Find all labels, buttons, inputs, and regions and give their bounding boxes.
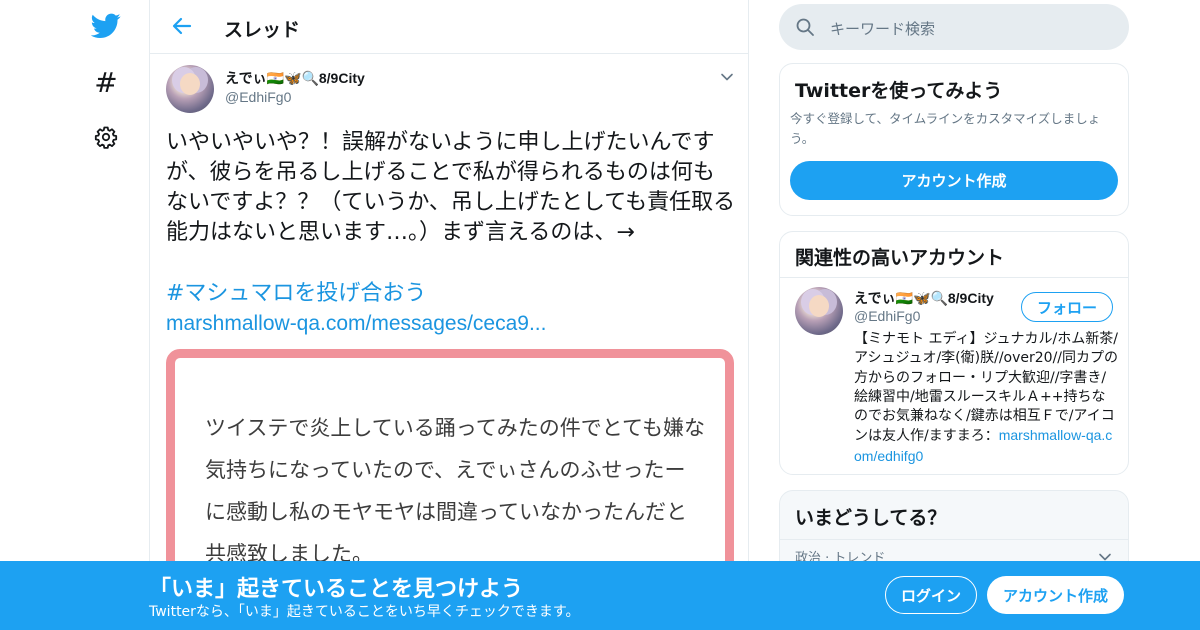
tweet-text: いやいやいや？！誤解がないように申し上げたいんですが、彼らを吊るし上げることで私… bbox=[166, 130, 736, 245]
signup-banner: 「いま」起きていることを見つけよう Twitterなら、「いま」起きていることを… bbox=[0, 561, 1200, 630]
avatar[interactable] bbox=[795, 287, 843, 335]
tweet-hashtag-link[interactable]: #マシュマロを投げ合おう bbox=[166, 279, 426, 309]
back-arrow-icon[interactable] bbox=[170, 14, 194, 38]
signup-button[interactable]: アカウント作成 bbox=[987, 576, 1124, 614]
related-account-bio: 【ミナモト エディ】ジュナカル/ホム新茶/アシュジュオ/李(衛)朕//over2… bbox=[854, 330, 1118, 467]
related-account-name[interactable]: えでぃ🇮🇳🦋🔍8/9City bbox=[854, 288, 994, 308]
follow-button[interactable]: フォロー bbox=[1021, 292, 1113, 322]
trends-title: いまどうしてる？ bbox=[795, 507, 947, 529]
twitter-bird-icon[interactable] bbox=[90, 10, 122, 42]
tweet-author-handle[interactable]: @EdhiFg0 bbox=[225, 89, 291, 105]
signup-panel-description: 今すぐ登録して、タイムラインをカスタマイズしましょう。 bbox=[790, 111, 1101, 146]
thread-header: スレッド bbox=[150, 0, 748, 54]
divider bbox=[780, 277, 1128, 278]
hashtag-icon[interactable]: # bbox=[90, 66, 122, 99]
tweet-image-card[interactable]: ツイステで炎上している踊ってみたの件でとても嫌な気持ちになっていたので、えでぃさ… bbox=[166, 349, 734, 579]
tweet-author-name[interactable]: えでぃ🇮🇳🦋🔍8/9City bbox=[225, 68, 365, 88]
card-text: ツイステで炎上している踊ってみたの件でとても嫌な気持ちになっていたので、えでぃさ… bbox=[205, 416, 706, 566]
main-column: スレッド えでぃ🇮🇳🦋🔍8/9City @EdhiFg0 いやいやいや？！誤解が… bbox=[149, 0, 749, 630]
page: # スレッド えでぃ🇮🇳🦋🔍8/9City @EdhiFg0 いやいやいや？！誤… bbox=[0, 0, 1200, 630]
avatar[interactable] bbox=[166, 65, 214, 113]
related-account-handle[interactable]: @EdhiFg0 bbox=[854, 308, 920, 324]
divider bbox=[780, 539, 1128, 540]
signup-panel-title: Twitterを使ってみよう bbox=[795, 80, 1003, 102]
create-account-button[interactable]: アカウント作成 bbox=[790, 161, 1118, 200]
gear-icon[interactable] bbox=[90, 121, 122, 153]
login-button[interactable]: ログイン bbox=[885, 576, 977, 614]
tweet-url-link[interactable]: marshmallow-qa.com/messages/ceca9... bbox=[166, 309, 546, 339]
related-accounts-panel: 関連性の高いアカウント えでぃ🇮🇳🦋🔍8/9City @EdhiFg0 フォロー… bbox=[779, 231, 1129, 475]
chevron-down-icon[interactable] bbox=[720, 69, 734, 83]
search-placeholder: キーワード検索 bbox=[830, 20, 936, 38]
page-title: スレッド bbox=[224, 19, 301, 41]
signup-panel: Twitterを使ってみよう 今すぐ登録して、タイムラインをカスタマイズしましょ… bbox=[779, 63, 1129, 216]
banner-subtitle: Twitterなら、「いま」起きていることをいち早くチェックできます。 bbox=[149, 604, 580, 620]
banner-title: 「いま」起きていることを見つけよう bbox=[149, 577, 524, 602]
search-input[interactable]: キーワード検索 bbox=[779, 4, 1129, 50]
search-icon bbox=[795, 17, 815, 37]
related-accounts-title: 関連性の高いアカウント bbox=[795, 247, 1005, 269]
